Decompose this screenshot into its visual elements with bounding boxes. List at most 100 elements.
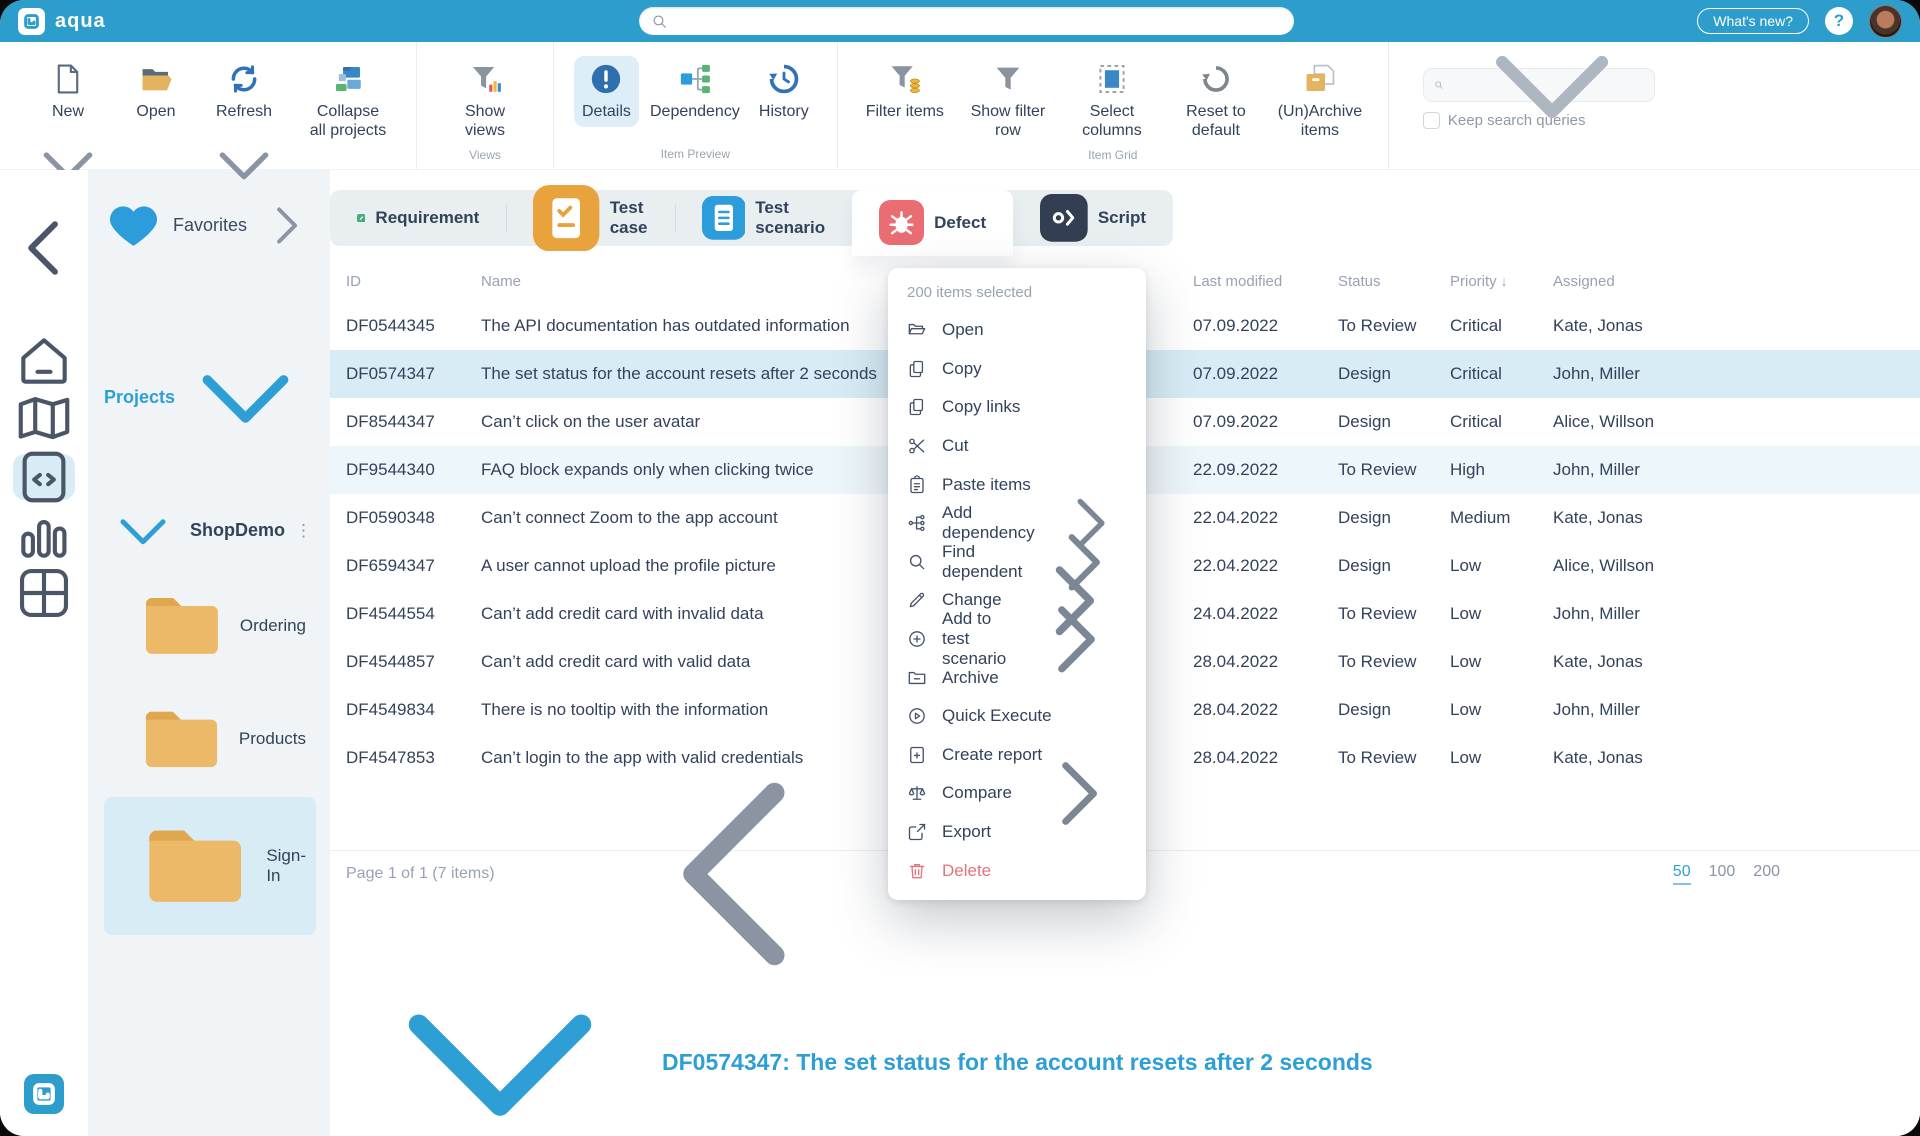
rail-nav-item[interactable] xyxy=(13,338,75,384)
new-document-icon xyxy=(51,62,85,96)
rail-nav-item[interactable] xyxy=(13,512,75,558)
ribbon-button[interactable]: Collapse all projects xyxy=(300,56,396,146)
context-menu-item-label: Change xyxy=(942,590,1002,610)
project-name: ShopDemo xyxy=(189,520,285,541)
context-menu-item[interactable]: Delete xyxy=(888,851,1146,890)
project-folder[interactable]: Sign-In xyxy=(104,796,316,935)
column-header-id[interactable]: ID xyxy=(346,273,481,290)
cell-priority: Low xyxy=(1450,604,1482,623)
collapse-detail-icon[interactable] xyxy=(350,912,650,1136)
chevron-down-icon[interactable] xyxy=(175,327,316,468)
cell-priority: High xyxy=(1450,460,1485,479)
help-button[interactable]: ? xyxy=(1825,7,1853,35)
select-columns-icon xyxy=(1095,62,1129,96)
cell-assigned: John, Miller xyxy=(1553,604,1640,623)
rail-nav-item[interactable] xyxy=(13,568,75,618)
chevron-down-icon[interactable] xyxy=(106,494,180,568)
ribbon-button[interactable]: Select columns xyxy=(1064,56,1160,146)
ribbon-button-label: Dependency xyxy=(649,103,740,120)
project-tree-root[interactable]: ShopDemo ⋮ xyxy=(104,494,316,568)
archive-box-icon xyxy=(1303,62,1337,96)
refresh-icon xyxy=(227,62,261,96)
grid-search[interactable] xyxy=(1422,55,1655,119)
cell-id: DF0544345 xyxy=(346,316,435,335)
ribbon-button[interactable]: Details xyxy=(574,56,639,128)
cell-last-modified: 22.04.2022 xyxy=(1193,508,1279,527)
kebab-menu-icon[interactable]: ⋮ xyxy=(295,521,316,541)
project-folder[interactable]: Products xyxy=(104,684,316,795)
ribbon-button[interactable]: (Un)Archive items xyxy=(1272,56,1368,146)
ribbon-button[interactable]: Dependency xyxy=(647,56,743,127)
item-type-tab[interactable]: Script xyxy=(1013,190,1173,246)
cell-last-modified: 24.04.2022 xyxy=(1193,604,1279,623)
tab-label: Test case xyxy=(609,198,648,237)
ribbon-button[interactable]: Filter items xyxy=(858,56,952,127)
context-menu-item[interactable]: Cut xyxy=(888,427,1146,466)
cell-last-modified: 22.09.2022 xyxy=(1193,460,1279,479)
column-header-assigned[interactable]: Assigned xyxy=(1553,273,1905,290)
page-size-option[interactable]: 100 xyxy=(1709,863,1736,885)
projects-section-header[interactable]: Projects xyxy=(104,327,316,468)
context-menu-item[interactable]: Open xyxy=(888,311,1146,350)
global-search-input[interactable] xyxy=(676,13,1283,29)
cell-status: To Review xyxy=(1338,652,1417,671)
ribbon-button[interactable]: Open xyxy=(124,56,188,127)
copy-icon xyxy=(907,359,927,379)
cell-status: To Review xyxy=(1338,316,1417,335)
compare-icon xyxy=(907,783,927,803)
funnel-chart-icon xyxy=(468,62,502,96)
ribbon-button[interactable]: Show views xyxy=(437,56,533,146)
chevron-down-icon[interactable] xyxy=(1460,0,1644,177)
context-menu-item[interactable]: Compare xyxy=(888,762,1146,825)
bar-chart-icon xyxy=(13,504,75,566)
filter-items-icon xyxy=(888,62,922,96)
context-menu-item-label: Archive xyxy=(942,667,999,687)
context-menu-item[interactable]: Quick Execute xyxy=(888,697,1146,736)
ribbon-button-label: (Un)Archive items xyxy=(1277,103,1363,140)
context-menu-item[interactable]: Copy xyxy=(888,350,1146,389)
context-menu: 200 items selected Open Copy Copy links xyxy=(888,268,1146,900)
folder-icon xyxy=(134,805,256,927)
rail-nav-item[interactable] xyxy=(13,396,75,442)
column-header-status[interactable]: Status xyxy=(1338,273,1450,290)
ribbon-search-group: Keep search queries xyxy=(1389,42,1655,169)
trash-icon xyxy=(907,861,927,881)
ribbon-button[interactable]: Refresh xyxy=(196,56,292,216)
rail-nav-item[interactable] xyxy=(13,451,75,503)
page-size-option[interactable]: 200 xyxy=(1753,863,1780,885)
projects-label: Projects xyxy=(104,386,176,407)
detail-title: DF0574347: The set status for the accoun… xyxy=(662,1048,1373,1075)
keep-search-checkbox[interactable] xyxy=(1422,112,1440,129)
item-type-tab[interactable]: Requirement xyxy=(330,190,506,246)
context-menu-item[interactable]: Copy links xyxy=(888,388,1146,427)
tab-label: Test scenario xyxy=(755,198,826,237)
open-folder-icon xyxy=(139,62,173,96)
tab-testscenario-icon xyxy=(701,196,746,240)
collapse-sidebar-icon[interactable] xyxy=(0,204,88,292)
project-folder[interactable]: Ordering xyxy=(104,570,316,682)
ribbon-button[interactable]: Reset to default xyxy=(1168,56,1264,146)
global-search[interactable] xyxy=(639,7,1295,35)
cell-assigned: John, Miller xyxy=(1553,364,1640,383)
ribbon-button-label: Show views xyxy=(464,103,506,140)
item-type-tab[interactable]: Test scenario xyxy=(674,190,853,246)
column-header-last-modified[interactable]: Last modified xyxy=(1193,273,1338,290)
tab-testcase-icon xyxy=(533,184,600,252)
project-sidebar: Favorites Projects ShopDemo ⋮ Ordering P… xyxy=(88,170,330,1136)
plus-circle-icon xyxy=(907,629,927,649)
submenu-chevron-icon xyxy=(1021,585,1130,694)
column-header-priority[interactable]: Priority ↓ xyxy=(1450,273,1553,290)
item-type-tabs: Requirement Test case Test scenario Defe… xyxy=(330,184,1173,256)
map-icon xyxy=(13,388,75,450)
search-icon xyxy=(907,552,927,572)
item-type-tab[interactable]: Defect xyxy=(852,190,1014,256)
ribbon-button[interactable]: Show filter row xyxy=(960,56,1056,146)
item-type-tab[interactable]: Test case xyxy=(506,184,674,252)
paste-icon xyxy=(907,475,927,495)
cell-priority: Critical xyxy=(1450,412,1502,431)
ribbon-button[interactable]: History xyxy=(751,56,817,127)
page-size-option[interactable]: 50 xyxy=(1672,863,1691,885)
user-avatar[interactable] xyxy=(1869,4,1902,38)
whats-new-button[interactable]: What's new? xyxy=(1697,8,1809,34)
cell-status: Design xyxy=(1338,556,1391,575)
